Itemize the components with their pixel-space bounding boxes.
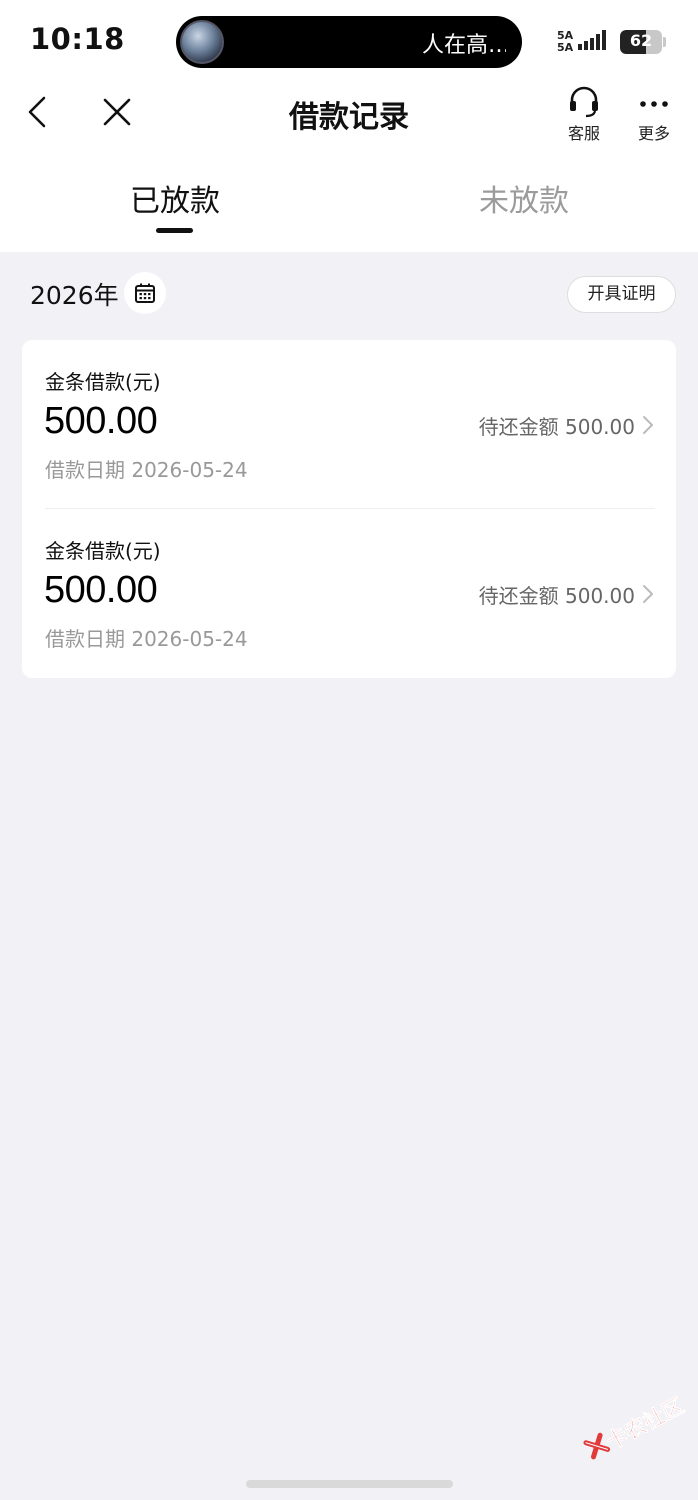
- dynamic-island[interactable]: 人在高…: [176, 16, 522, 68]
- battery-tip: [663, 37, 666, 47]
- now-playing-text: 人在高…: [422, 33, 506, 58]
- status-time: 10:18: [30, 22, 125, 56]
- home-indicator[interactable]: [246, 1480, 453, 1488]
- customer-service-label: 客服: [567, 124, 600, 143]
- more-label: 更多: [637, 124, 670, 143]
- active-tab-indicator: [156, 228, 193, 233]
- battery-icon: 62: [620, 30, 662, 54]
- issue-certificate-button[interactable]: 开具证明: [567, 276, 676, 313]
- loan-date: 借款日期 2026-05-24: [45, 458, 248, 482]
- loan-date: 借款日期 2026-05-24: [45, 627, 248, 651]
- amount-due: 待还金额 500.00: [478, 584, 635, 608]
- calendar-icon: [135, 283, 155, 303]
- customer-service-button[interactable]: 客服: [556, 86, 612, 144]
- loan-record[interactable]: 金条借款(元) 500.00 借款日期 2026-05-24 待还金额 500.…: [22, 340, 676, 509]
- signal-label-2: 5A: [557, 41, 574, 54]
- loan-type: 金条借款(元): [45, 370, 161, 394]
- signal-labels: 5A 5A: [557, 30, 573, 54]
- loan-type: 金条借款(元): [45, 539, 161, 563]
- year-filter[interactable]: 2026年: [30, 276, 119, 312]
- chevron-right-icon: [643, 585, 653, 603]
- loan-amount: 500.00: [44, 569, 158, 611]
- loan-list-card: 金条借款(元) 500.00 借款日期 2026-05-24 待还金额 500.…: [22, 340, 676, 678]
- more-dots-icon: [640, 101, 668, 107]
- loan-amount: 500.00: [44, 400, 158, 442]
- tab-disbursed[interactable]: 已放款: [75, 176, 275, 220]
- more-button[interactable]: 更多: [626, 86, 682, 144]
- headset-icon: [570, 86, 598, 118]
- album-art-icon: [180, 20, 224, 64]
- tab-not-disbursed[interactable]: 未放款: [424, 176, 624, 220]
- calendar-button[interactable]: [124, 272, 166, 314]
- battery-level: 62: [629, 31, 653, 50]
- loan-record[interactable]: 金条借款(元) 500.00 借款日期 2026-05-24 待还金额 500.…: [22, 509, 676, 678]
- amount-due: 待还金额 500.00: [478, 415, 635, 439]
- chevron-right-icon: [643, 416, 653, 434]
- watermark: 卡农社区: [577, 1388, 688, 1468]
- signal-icon: [578, 30, 606, 50]
- watermark-text: 卡农社区: [602, 1393, 688, 1455]
